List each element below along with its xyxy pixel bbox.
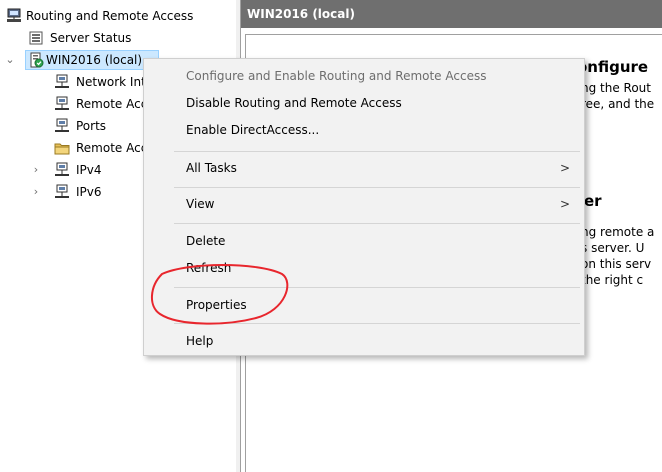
details-text: the right c xyxy=(581,273,644,287)
menu-item-all-tasks[interactable]: All Tasks > xyxy=(144,155,584,181)
menu-item-label: All Tasks xyxy=(186,161,237,175)
menu-separator xyxy=(174,223,580,224)
menu-item-view[interactable]: View > xyxy=(144,191,584,217)
menu-item-label: Enable DirectAccess... xyxy=(186,123,320,137)
menu-item-enable-directaccess[interactable]: Enable DirectAccess... xyxy=(144,117,584,143)
menu-item-disable-routing[interactable]: Disable Routing and Remote Access xyxy=(144,90,584,116)
menu-separator xyxy=(174,151,580,152)
chevron-right-icon: > xyxy=(559,161,570,175)
details-text: on this serv xyxy=(581,257,652,271)
tree-item-root[interactable]: Routing and Remote Access xyxy=(0,6,236,26)
server-icon xyxy=(30,52,44,68)
chevron-right-icon[interactable]: › xyxy=(30,160,42,180)
tree-item-label: IPv4 xyxy=(76,163,102,177)
tree-item-label: Server Status xyxy=(50,31,132,45)
menu-item-delete[interactable]: Delete xyxy=(144,228,584,254)
menu-item-label: View xyxy=(186,197,215,211)
network-icon xyxy=(55,96,69,110)
menu-item-label: Disable Routing and Remote Access xyxy=(186,96,402,110)
server-status-icon xyxy=(29,31,43,45)
details-heading-server: er xyxy=(584,192,602,210)
chevron-right-icon[interactable]: › xyxy=(30,182,42,202)
details-header: WIN2016 (local) xyxy=(241,0,662,28)
tree-item-label: WIN2016 (local) xyxy=(46,53,143,67)
folder-icon xyxy=(54,143,70,155)
menu-item-configure-enable[interactable]: Configure and Enable Routing and Remote … xyxy=(144,63,584,89)
chevron-down-icon[interactable]: ⌄ xyxy=(4,50,16,70)
tree-item-label: Routing and Remote Access xyxy=(26,9,194,23)
annotation-circle xyxy=(151,264,289,325)
menu-item-label: Delete xyxy=(186,234,226,248)
menu-item-label: Help xyxy=(186,334,214,348)
routing-console-icon xyxy=(7,8,21,22)
details-text: s server. U xyxy=(581,241,645,255)
network-icon xyxy=(55,118,69,132)
tree-item-server-status[interactable]: Server Status xyxy=(0,28,236,48)
menu-separator xyxy=(174,187,580,188)
network-icon xyxy=(55,74,69,88)
details-text: ng remote a xyxy=(581,225,655,239)
network-icon xyxy=(55,184,69,198)
details-text: ree, and the xyxy=(581,97,655,111)
tree-item-label: Ports xyxy=(76,119,107,133)
menu-item-label: Configure and Enable Routing and Remote … xyxy=(186,69,487,83)
chevron-right-icon: > xyxy=(559,197,570,211)
tree-item-label: IPv6 xyxy=(76,185,102,199)
details-text: ng the Rout xyxy=(581,81,651,95)
network-icon xyxy=(55,162,69,176)
menu-item-help[interactable]: Help xyxy=(144,328,584,354)
details-heading-configure: onfigure xyxy=(577,58,649,76)
